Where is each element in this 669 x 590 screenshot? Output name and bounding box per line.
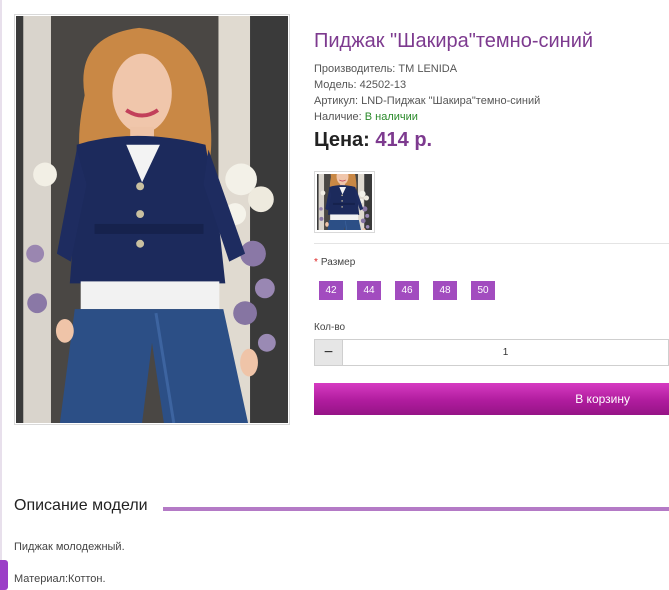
quantity-decrease-button[interactable]: −: [315, 340, 343, 365]
description-paragraph: Пиджак молодежный.: [14, 541, 125, 553]
product-photo: [16, 16, 288, 423]
page-left-border: [0, 0, 2, 590]
size-options: 42 44 46 48 50: [319, 281, 495, 300]
side-tab[interactable]: [0, 560, 8, 590]
size-option-42[interactable]: 42: [319, 281, 343, 300]
price-label: Цена:: [314, 129, 376, 151]
size-option-44[interactable]: 44: [357, 281, 381, 300]
material-paragraph: Материал:Коттон.: [14, 573, 106, 585]
product-thumbnail[interactable]: [314, 171, 375, 233]
product-main-image[interactable]: [14, 14, 290, 425]
description-title: Описание модели: [14, 497, 148, 514]
options-divider: [314, 243, 669, 244]
quantity-label: Кол-во: [314, 322, 346, 333]
required-mark: *: [314, 257, 318, 268]
availability-value: В наличии: [364, 111, 418, 123]
thumbnail-photo: [317, 174, 372, 230]
product-title: Пиджак "Шакира"темно-синий: [314, 30, 594, 52]
product-info: Производитель: ТМ LENIDA Модель: 42502-1…: [314, 61, 540, 125]
size-label: * Размер: [314, 257, 355, 268]
quantity-stepper: −: [314, 339, 669, 366]
sku: Артикул: LND-Пиджак "Шакира"темно-синий: [314, 95, 541, 107]
quantity-input[interactable]: [343, 340, 668, 365]
model: Модель: 42502-13: [314, 79, 407, 91]
price-value: 414 р.: [375, 129, 433, 151]
size-option-50[interactable]: 50: [471, 281, 495, 300]
price: Цена: 414 р.: [314, 129, 432, 152]
size-option-46[interactable]: 46: [395, 281, 419, 300]
add-to-cart-button[interactable]: В корзину: [314, 383, 669, 415]
description-rule: [163, 507, 669, 511]
availability-label: Наличие:: [314, 111, 365, 123]
size-label-text: Размер: [320, 257, 356, 268]
availability: Наличие: В наличии: [314, 109, 540, 125]
manufacturer: Производитель: ТМ LENIDA: [314, 63, 458, 75]
size-option-48[interactable]: 48: [433, 281, 457, 300]
